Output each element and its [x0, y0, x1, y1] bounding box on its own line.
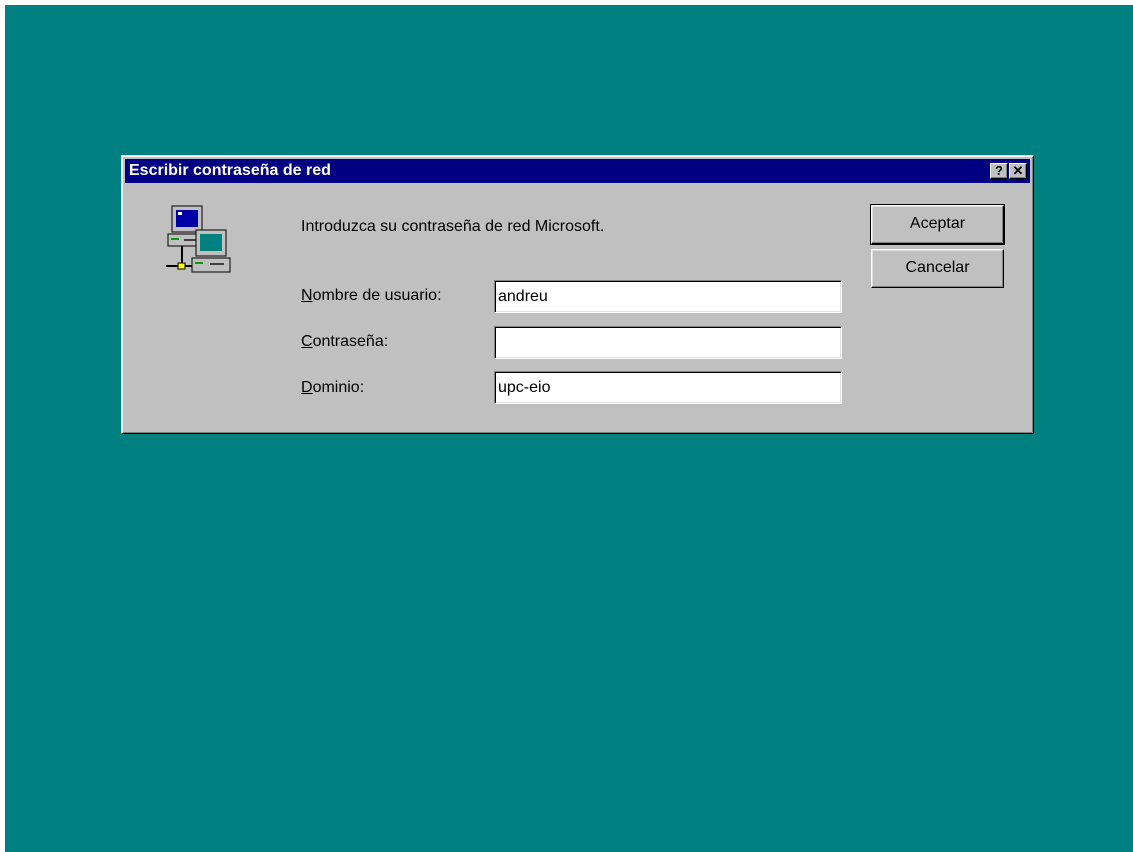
dialog-prompt: Introduzca su contraseña de red Microsof… [301, 218, 605, 235]
domain-label-text: ominio: [312, 379, 365, 396]
network-computers-icon [162, 204, 234, 281]
desktop: Escribir contraseña de red ? ✕ Introduzc… [5, 5, 1133, 852]
ok-button[interactable]: Aceptar [870, 204, 1005, 245]
username-label-text: ombre de usuario: [312, 287, 442, 304]
domain-input[interactable] [494, 371, 842, 404]
help-icon: ? [995, 163, 1003, 178]
dialog-titlebar[interactable]: Escribir contraseña de red ? ✕ [125, 159, 1030, 183]
password-label-text: ontraseña: [312, 333, 389, 350]
password-input[interactable] [494, 326, 842, 359]
domain-label: Dominio: [301, 379, 364, 397]
close-button[interactable]: ✕ [1009, 163, 1027, 179]
network-password-dialog: Escribir contraseña de red ? ✕ Introduzc… [121, 155, 1034, 434]
close-icon: ✕ [1012, 163, 1024, 178]
username-input[interactable] [494, 280, 842, 313]
dialog-title: Escribir contraseña de red [129, 162, 331, 179]
password-label: Contraseña: [301, 333, 388, 351]
password-label-accelerator: C [301, 333, 313, 350]
username-label-accelerator: N [301, 287, 313, 304]
domain-label-accelerator: D [301, 379, 313, 396]
cancel-button[interactable]: Cancelar [871, 249, 1004, 288]
help-button[interactable]: ? [990, 163, 1008, 179]
username-label: Nombre de usuario: [301, 287, 442, 305]
